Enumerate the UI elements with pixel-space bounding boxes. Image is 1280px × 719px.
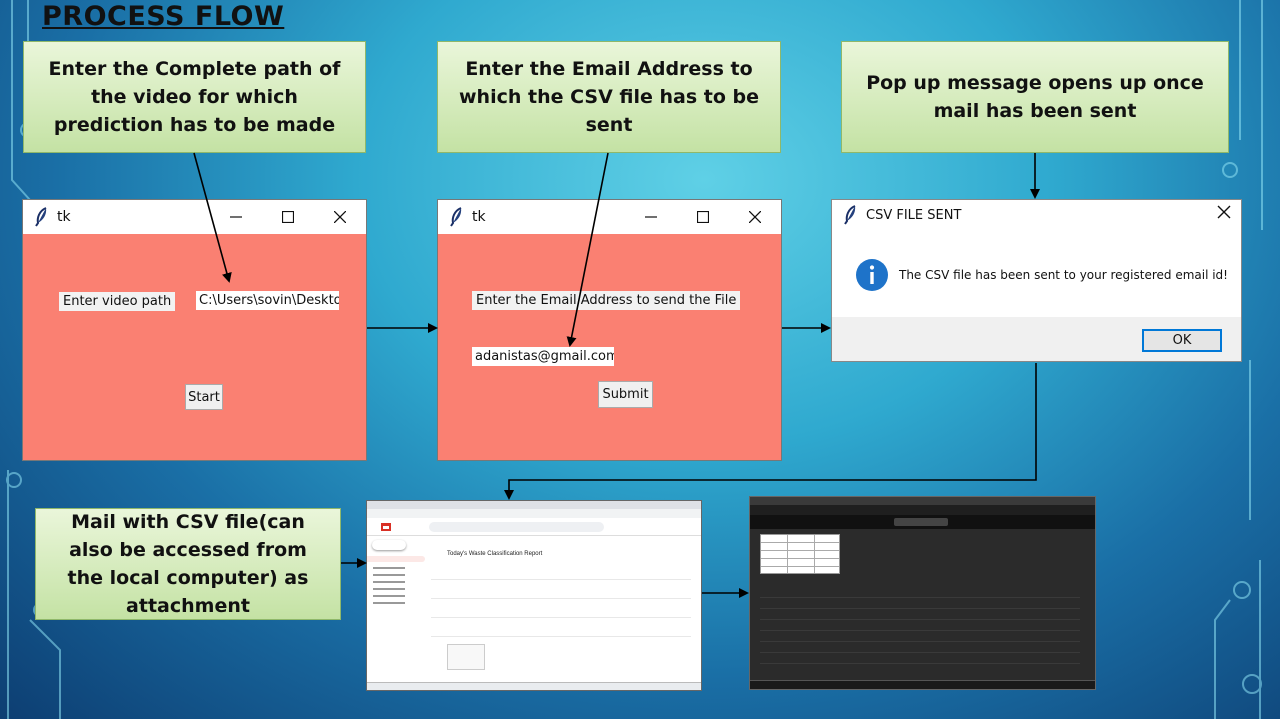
browser-addressbar	[750, 505, 1095, 515]
callout-popup-message: Pop up message opens up once mail has be…	[841, 41, 1229, 153]
minimize-icon	[230, 216, 242, 218]
gmail-logo	[381, 523, 391, 531]
callout-video-path: Enter the Complete path of the video for…	[23, 41, 366, 153]
maximize-button[interactable]	[677, 200, 729, 234]
windows-taskbar	[367, 682, 701, 690]
compose-button	[372, 540, 406, 550]
slide-title: PROCESS FLOW	[42, 1, 285, 32]
submit-button[interactable]: Submit	[598, 381, 653, 408]
windows-taskbar	[750, 680, 1095, 689]
info-icon	[856, 259, 888, 291]
window-titlebar: tk	[23, 200, 366, 234]
close-button[interactable]	[314, 200, 366, 234]
message-list	[431, 561, 691, 641]
inbox-item	[367, 556, 425, 562]
dialog-message: The CSV file has been sent to your regis…	[899, 268, 1228, 282]
tk-window-video-path: tk Enter video path C:\Users\sovin\Deskt…	[22, 199, 367, 461]
preview-toolbar	[750, 515, 1095, 529]
dim-background-rows	[760, 587, 1080, 667]
window-titlebar: tk	[438, 200, 781, 234]
browser-tabbar	[750, 497, 1095, 505]
start-button[interactable]: Start	[185, 384, 223, 410]
minimize-icon	[645, 216, 657, 218]
sidebar-lines	[373, 567, 405, 607]
gmail-search-bar	[429, 522, 604, 532]
callout-email-address: Enter the Email Address to which the CSV…	[437, 41, 781, 153]
browser-addressbar	[367, 509, 701, 518]
attachment-chip	[447, 644, 485, 670]
browser-tabbar	[367, 501, 701, 509]
close-icon[interactable]	[1217, 205, 1231, 219]
feather-icon	[450, 207, 462, 227]
close-icon	[749, 211, 761, 223]
video-path-input[interactable]: C:\Users\sovin\Desktop	[196, 291, 339, 310]
gmail-sidebar	[367, 536, 427, 684]
tk-window-email: tk Enter the Email Address to send the F…	[437, 199, 782, 461]
maximize-button[interactable]	[262, 200, 314, 234]
feather-icon	[35, 207, 47, 227]
dialog-title: CSV FILE SENT	[866, 207, 962, 223]
feather-icon	[844, 205, 856, 225]
maximize-icon	[282, 211, 294, 223]
close-button[interactable]	[729, 200, 781, 234]
dialog-footer: OK	[832, 317, 1241, 361]
email-input[interactable]: adanistas@gmail.com	[472, 347, 614, 366]
email-subject: Today's Waste Classification Report	[447, 551, 543, 557]
gmail-header	[367, 518, 701, 536]
window-title: tk	[472, 209, 486, 225]
gmail-inbox-screenshot: Today's Waste Classification Report	[366, 500, 702, 691]
minimize-button[interactable]	[625, 200, 677, 234]
open-with-sheets-button	[894, 518, 948, 526]
dialog-titlebar: CSV FILE SENT	[832, 200, 1241, 230]
maximize-icon	[697, 211, 709, 223]
window-title: tk	[57, 209, 71, 225]
video-path-label: Enter video path	[59, 292, 176, 311]
ok-button[interactable]: OK	[1142, 329, 1222, 352]
csv-sent-dialog: CSV FILE SENT The CSV file has been sent…	[831, 199, 1242, 362]
close-icon	[334, 211, 346, 223]
csv-preview-screenshot	[749, 496, 1096, 690]
callout-mail-attachment: Mail with CSV file(can also be accessed …	[35, 508, 341, 620]
email-label: Enter the Email Address to send the File	[472, 291, 741, 310]
csv-table-preview	[760, 534, 840, 574]
table-grid	[761, 535, 839, 573]
minimize-button[interactable]	[210, 200, 262, 234]
